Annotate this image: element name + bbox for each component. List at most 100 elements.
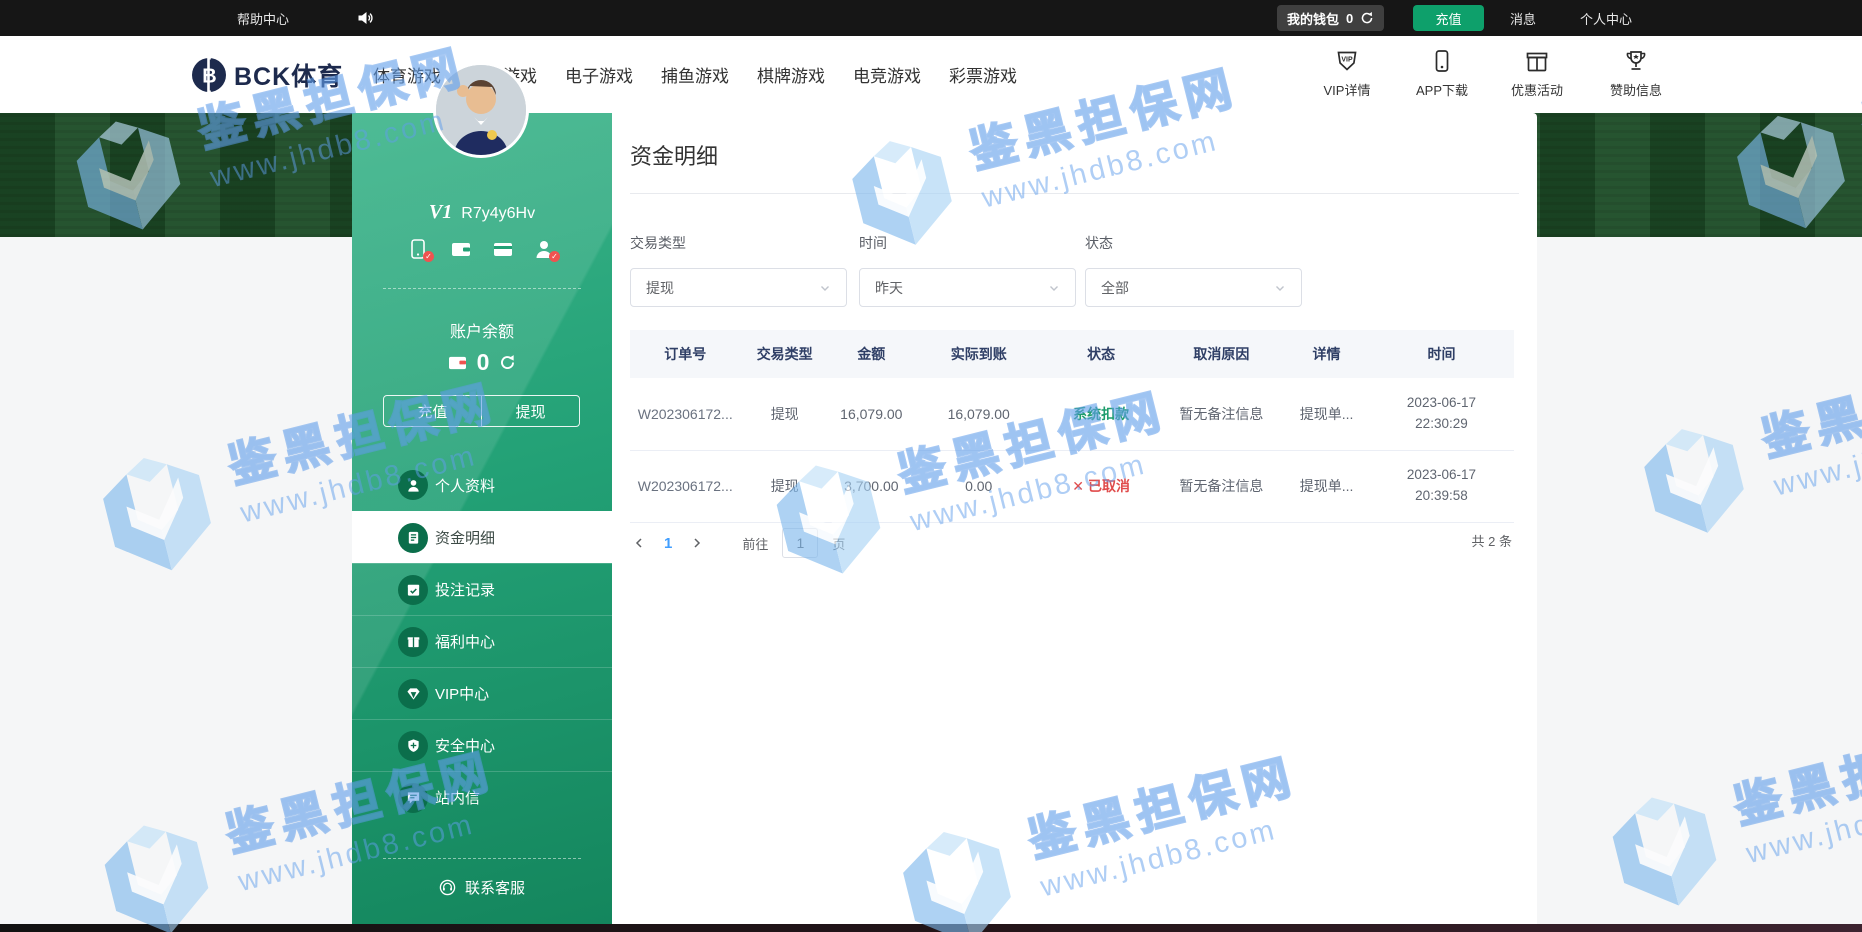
app-download-link[interactable]: APP下载	[1400, 48, 1484, 99]
sidebar-item-profile[interactable]: 个人资料	[352, 459, 612, 511]
col-header-reason: 取消原因	[1159, 344, 1285, 364]
cell-reason: 暂无备注信息	[1159, 404, 1285, 424]
gift-icon	[398, 627, 428, 657]
vip-details-label: VIP详情	[1324, 80, 1371, 99]
sidebar-item-label: VIP中心	[435, 683, 489, 704]
next-page-icon[interactable]	[688, 534, 706, 552]
vip-details-link[interactable]: VIP VIP详情	[1305, 48, 1389, 99]
nav-item-lottery[interactable]: 彩票游戏	[949, 62, 1017, 87]
user-identity: V1 R7y4y6Hv	[352, 201, 612, 224]
phone-verified-icon[interactable]: ✓	[409, 239, 429, 259]
sidebar-item-welfare[interactable]: 福利中心	[352, 615, 612, 667]
prev-page-icon[interactable]	[630, 534, 648, 552]
divider	[630, 193, 1519, 194]
status-badge: ✕已取消	[1044, 476, 1159, 496]
vip-level-badge: V1	[429, 201, 452, 224]
username: R7y4y6Hv	[461, 205, 535, 223]
cancelled-x-icon: ✕	[1072, 478, 1084, 494]
bank-card-icon[interactable]	[493, 239, 513, 259]
cell-detail-link[interactable]: 提现单...	[1284, 476, 1369, 496]
nav-item-slots[interactable]: 电子游戏	[565, 62, 633, 87]
time-range-select[interactable]: 昨天	[859, 268, 1076, 307]
announcement-speaker-icon[interactable]	[357, 0, 373, 36]
messages-link[interactable]: 消息	[1510, 0, 1536, 36]
ledger-icon	[398, 523, 428, 553]
phone-icon	[1429, 48, 1455, 74]
sidebar-item-vip-center[interactable]: VIP中心	[352, 667, 612, 719]
nav-item-esports[interactable]: 电竞游戏	[853, 62, 921, 87]
page-title: 资金明细	[630, 139, 718, 171]
filter-label-type: 交易类型	[630, 233, 686, 253]
cell-reason: 暂无备注信息	[1159, 476, 1285, 496]
transaction-type-select[interactable]: 提现	[630, 268, 847, 307]
cell-amount: 16,079.00	[829, 406, 914, 422]
contact-support-button[interactable]: 联系客服	[352, 877, 612, 898]
account-sidebar: V1 R7y4y6Hv ✓ ✓ 账户余额 0	[352, 113, 612, 925]
sidebar-item-inbox[interactable]: 站内信	[352, 771, 612, 823]
refresh-balance-icon[interactable]	[499, 354, 516, 371]
sidebar-item-security[interactable]: 安全中心	[352, 719, 612, 771]
sidebar-item-bet-records[interactable]: 投注记录	[352, 563, 612, 615]
trophy-icon	[1623, 48, 1649, 74]
message-icon	[398, 783, 428, 813]
sidebar-item-funds[interactable]: 资金明细	[352, 511, 612, 563]
vip-badge-icon: VIP	[1334, 48, 1360, 74]
withdraw-label: 提现	[515, 401, 545, 422]
nav-item-cards[interactable]: 棋牌游戏	[757, 62, 825, 87]
wallet-icon[interactable]	[451, 239, 471, 259]
sidebar-withdraw-button[interactable]: 提现	[482, 396, 579, 426]
profile-link[interactable]: 个人中心	[1580, 0, 1632, 36]
avatar[interactable]	[433, 62, 529, 158]
select-value: 昨天	[875, 278, 903, 298]
site-logo[interactable]: B BCK体育	[190, 56, 343, 94]
status-badge: 系统扣款	[1044, 404, 1159, 424]
topbar-recharge-button[interactable]: 充值	[1413, 5, 1484, 31]
balance-label: 账户余额	[352, 318, 612, 342]
navbar: B BCK体育 体育游戏 真人游戏 电子游戏 捕鱼游戏 棋牌游戏 电竞游戏 彩票…	[0, 36, 1862, 113]
profile-label: 个人中心	[1580, 9, 1632, 28]
divider	[383, 858, 581, 859]
col-header-amount: 金额	[829, 344, 914, 364]
wallet-balance: 0	[1346, 11, 1353, 26]
col-header-time: 时间	[1369, 344, 1514, 364]
balance-value: 0	[477, 349, 490, 376]
sidebar-recharge-button[interactable]: 充值	[384, 396, 482, 426]
nav-item-sports[interactable]: 体育游戏	[373, 62, 441, 87]
promotions-link[interactable]: 优惠活动	[1495, 48, 1579, 99]
svg-text:VIP: VIP	[1341, 57, 1353, 64]
select-value: 全部	[1101, 278, 1129, 298]
cell-time: 2023-06-17 22:30:29	[1369, 393, 1514, 435]
chevron-down-icon	[1274, 282, 1286, 294]
verified-badge-icon: ✓	[549, 251, 560, 262]
nav-item-fishing[interactable]: 捕鱼游戏	[661, 62, 729, 87]
contact-support-label: 联系客服	[465, 877, 525, 898]
cell-order-no[interactable]: W202306172...	[630, 406, 741, 422]
page-number-1[interactable]: 1	[664, 535, 672, 552]
status-text: 已取消	[1088, 478, 1130, 494]
sponsor-info-label: 赞助信息	[1610, 80, 1662, 99]
identity-verified-icon[interactable]: ✓	[535, 239, 555, 259]
verified-badge-icon: ✓	[423, 251, 434, 262]
cell-order-no[interactable]: W202306172...	[630, 478, 741, 494]
cell-detail-link[interactable]: 提现单...	[1284, 404, 1369, 424]
chevron-down-icon	[819, 282, 831, 294]
cell-type: 提现	[741, 404, 829, 424]
col-header-detail: 详情	[1284, 344, 1369, 364]
status-select[interactable]: 全部	[1085, 268, 1302, 307]
balance-action-buttons: 充值 提现	[383, 395, 580, 427]
wallet-pill[interactable]: 我的钱包 0	[1277, 5, 1384, 31]
sidebar-menu: 个人资料 资金明细 投注记录 福利中心	[352, 459, 612, 823]
wallet-label: 我的钱包	[1287, 9, 1339, 28]
user-icon	[398, 470, 428, 500]
cell-time: 2023-06-17 20:39:58	[1369, 465, 1514, 507]
cell-clock: 20:39:58	[1373, 486, 1510, 507]
refresh-icon[interactable]	[1360, 11, 1374, 25]
promotions-label: 优惠活动	[1511, 80, 1563, 99]
cell-date: 2023-06-17	[1373, 393, 1510, 414]
col-header-type: 交易类型	[741, 344, 829, 364]
help-center-label: 帮助中心	[237, 9, 289, 28]
help-center-link[interactable]: 帮助中心	[237, 0, 289, 36]
goto-page-input[interactable]	[782, 528, 818, 558]
sponsor-info-link[interactable]: 赞助信息	[1594, 48, 1678, 99]
bet-record-icon	[398, 575, 428, 605]
